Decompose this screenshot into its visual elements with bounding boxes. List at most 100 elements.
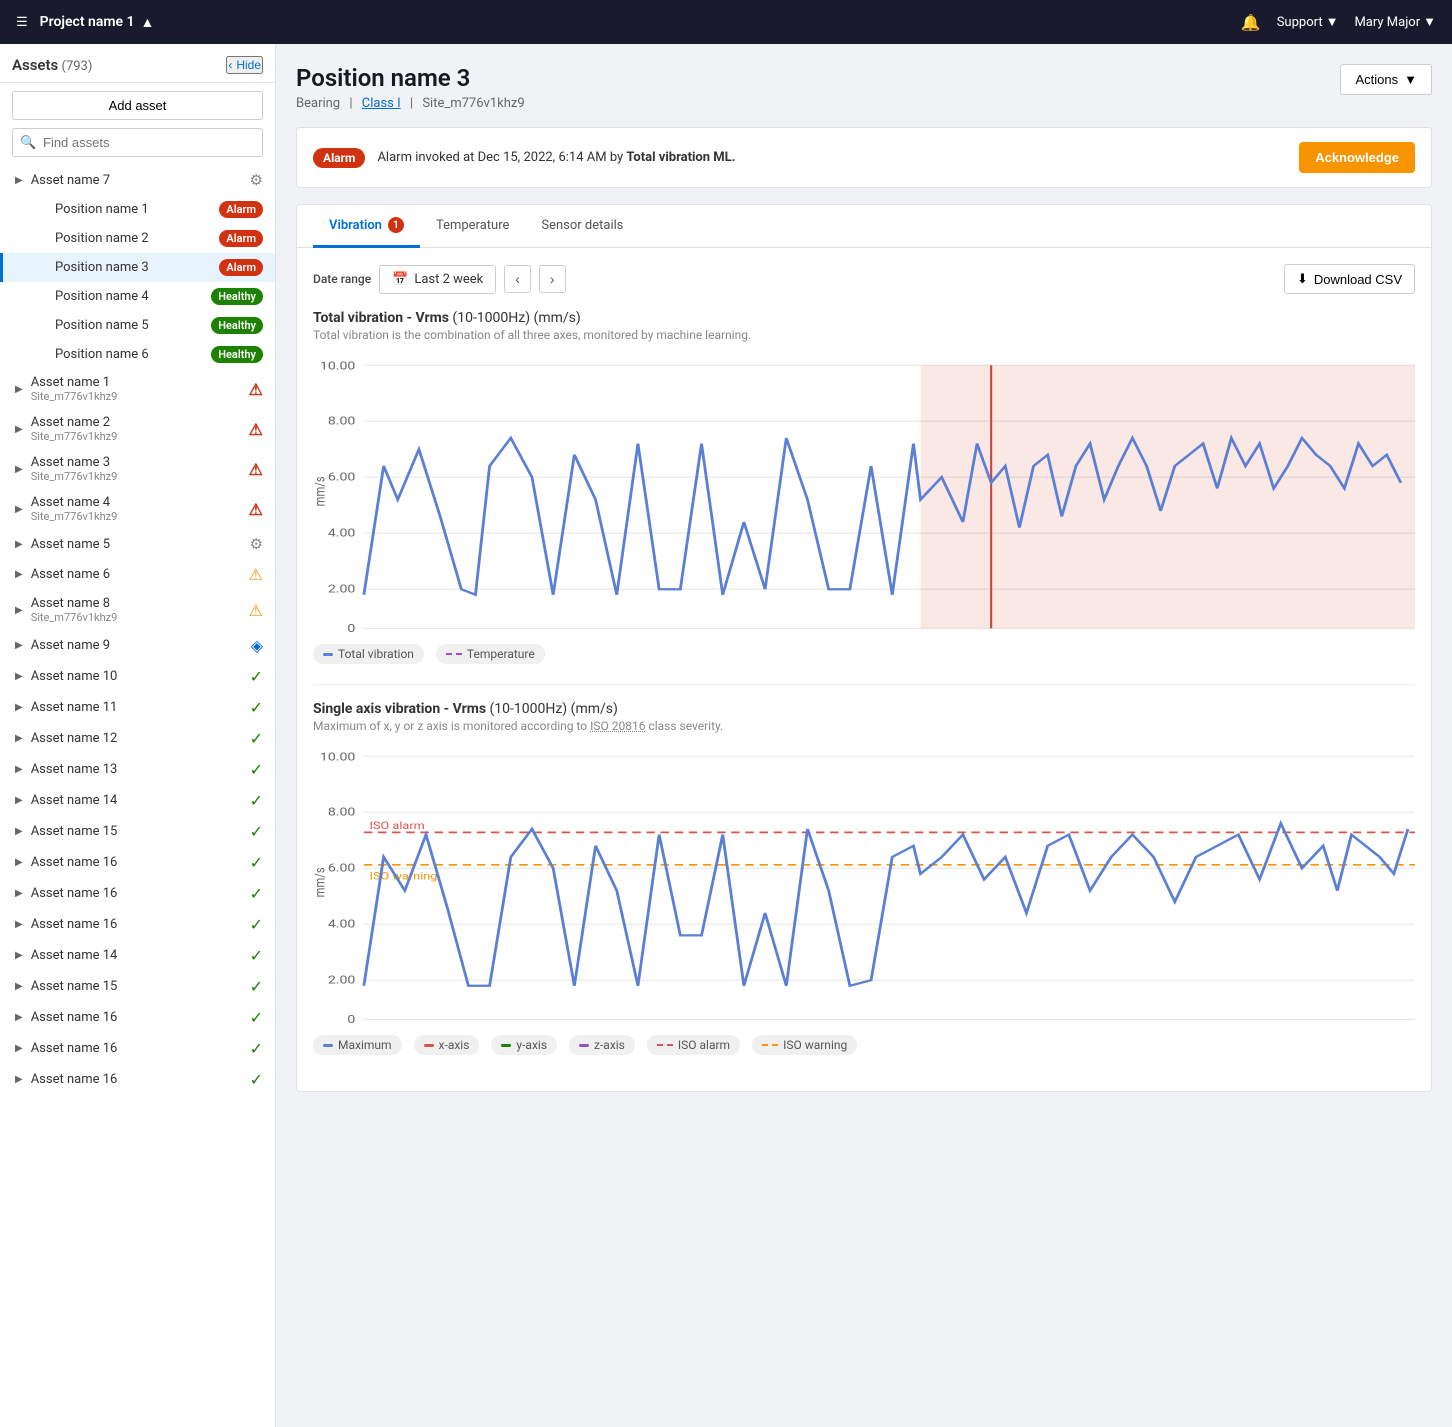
sidebar-item-asset14a[interactable]: ▶Asset name 14✓ (0, 785, 275, 816)
chart1-title: Total vibration - Vrms (10-1000Hz) (mm/s… (313, 310, 1415, 326)
sidebar-item-asset16d[interactable]: ▶Asset name 16✓ (0, 1002, 275, 1033)
calendar-icon: 📅 (392, 272, 408, 287)
svg-text:0: 0 (347, 622, 355, 634)
sidebar-item-asset6[interactable]: ▶Asset name 6⚠ (0, 559, 275, 590)
expand-arrow-icon: ▶ (15, 424, 23, 435)
bell-icon[interactable]: 🔔 (1241, 13, 1261, 32)
item-label: Asset name 16 (31, 1010, 244, 1025)
expand-arrow-icon: ▶ (15, 919, 23, 930)
svg-text:10.00: 10.00 (320, 751, 355, 764)
sidebar-item-asset11[interactable]: ▶Asset name 11✓ (0, 692, 275, 723)
sidebar-item-asset5[interactable]: ▶Asset name 5⚙ (0, 529, 275, 559)
sidebar-item-asset15a[interactable]: ▶Asset name 15✓ (0, 816, 275, 847)
tab-label: Sensor details (541, 218, 623, 233)
status-icon-ok: ✓ (250, 760, 263, 779)
item-label: Position name 6 (55, 347, 205, 362)
item-label: Asset name 12 (31, 731, 244, 746)
status-badge: Alarm (219, 201, 263, 218)
item-label: Asset name 16 (31, 1041, 244, 1056)
sidebar-item-asset9[interactable]: ▶Asset name 9◈ (0, 630, 275, 661)
svg-text:4.00: 4.00 (328, 527, 356, 540)
legend-y-axis: y-axis (491, 1035, 557, 1055)
date-range-selector[interactable]: 📅 Last 2 week (379, 265, 496, 294)
sidebar-item-asset10[interactable]: ▶Asset name 10✓ (0, 661, 275, 692)
chart1-legend: Total vibration Temperature (313, 644, 1415, 664)
legend-temperature: Temperature (436, 644, 545, 664)
svg-text:2.00: 2.00 (328, 974, 356, 987)
sidebar-item-asset8[interactable]: ▶Asset name 8Site_m776v1khz9⚠ (0, 590, 275, 630)
item-label: Position name 5 (55, 318, 205, 333)
sidebar-item-pos1[interactable]: Position name 1Alarm (0, 195, 275, 224)
sidebar-item-asset2[interactable]: ▶Asset name 2Site_m776v1khz9⚠ (0, 409, 275, 449)
sidebar-item-pos6[interactable]: Position name 6Healthy (0, 340, 275, 369)
tabs-container: Vibration1Temperature Sensor details (296, 204, 1432, 247)
search-input[interactable] (12, 128, 263, 157)
svg-text:6.00: 6.00 (328, 862, 356, 875)
hamburger-icon[interactable]: ☰ (16, 15, 28, 30)
expand-arrow-icon: ▶ (15, 175, 23, 186)
sidebar-item-asset14b[interactable]: ▶Asset name 14✓ (0, 940, 275, 971)
support-dropdown[interactable]: Support ▼ (1277, 14, 1339, 30)
status-icon-warning: ⚠ (249, 601, 263, 620)
item-label: Asset name 11 (31, 700, 244, 715)
hide-sidebar-button[interactable]: ‹ Hide (226, 56, 263, 74)
acknowledge-button[interactable]: Acknowledge (1299, 142, 1415, 173)
status-icon-ok: ✓ (250, 977, 263, 996)
date-next-button[interactable]: › (539, 265, 566, 293)
status-badge: Healthy (211, 317, 263, 334)
sidebar-item-asset16b[interactable]: ▶Asset name 16✓ (0, 878, 275, 909)
user-dropdown[interactable]: Mary Major ▼ (1354, 14, 1436, 30)
status-icon-ok: ✓ (250, 853, 263, 872)
tab-vibration[interactable]: Vibration1 (313, 205, 420, 248)
item-label: Position name 4 (55, 289, 205, 304)
sidebar-item-pos5[interactable]: Position name 5 Healthy (0, 311, 275, 340)
nav-right: 🔔 Support ▼ Mary Major ▼ (1241, 13, 1436, 32)
svg-text:mm/s: mm/s (313, 476, 329, 506)
status-icon-ok: ✓ (250, 915, 263, 934)
item-label: Asset name 15 (31, 824, 244, 839)
sidebar-item-pos4[interactable]: Position name 4Healthy (0, 282, 275, 311)
alarm-text: Alarm invoked at Dec 15, 2022, 6:14 AM b… (377, 150, 1287, 165)
sidebar-item-asset4[interactable]: ▶Asset name 4Site_m776v1khz9⚠ (0, 489, 275, 529)
sidebar-item-pos3[interactable]: Position name 3Alarm (0, 253, 275, 282)
page-title: Position name 3 (296, 64, 525, 92)
legend-maximum: Maximum (313, 1035, 402, 1055)
sidebar-item-asset1[interactable]: ▶Asset name 1Site_m776v1khz9⚠ (0, 369, 275, 409)
actions-button[interactable]: Actions ▼ (1340, 64, 1432, 95)
tab-temperature[interactable]: Temperature (420, 205, 525, 248)
legend-iso-warning: ISO warning (752, 1035, 857, 1055)
svg-text:mm/s: mm/s (313, 867, 329, 897)
status-icon-ok: ✓ (250, 884, 263, 903)
sidebar-header: Assets (793) ‹ Hide (0, 44, 275, 83)
expand-arrow-icon: ▶ (15, 539, 23, 550)
user-chevron-icon: ▼ (1423, 14, 1436, 30)
sidebar-item-asset16a[interactable]: ▶Asset name 16✓ (0, 847, 275, 878)
sidebar-item-asset13[interactable]: ▶Asset name 13✓ (0, 754, 275, 785)
date-range-row: Date range 📅 Last 2 week ‹ › ⬇ Download … (313, 264, 1415, 294)
sidebar-item-asset7[interactable]: ▶Asset name 7⚙ (0, 165, 275, 195)
item-label: Position name 3 (55, 260, 213, 275)
sidebar-item-asset16c[interactable]: ▶Asset name 16✓ (0, 909, 275, 940)
sidebar: Assets (793) ‹ Hide Add asset 🔍 ▶Asset n… (0, 44, 276, 1427)
sidebar-item-asset16f[interactable]: ▶Asset name 16✓ (0, 1064, 275, 1095)
sidebar-item-asset3[interactable]: ▶Asset name 3Site_m776v1khz9⚠ (0, 449, 275, 489)
sidebar-item-asset12[interactable]: ▶Asset name 12✓ (0, 723, 275, 754)
chart1-section: Total vibration - Vrms (10-1000Hz) (mm/s… (313, 310, 1415, 664)
tab-sensor-details[interactable]: Sensor details (525, 205, 639, 248)
date-prev-button[interactable]: ‹ (504, 265, 531, 293)
sidebar-item-asset16e[interactable]: ▶Asset name 16✓ (0, 1033, 275, 1064)
chart2-subtitle: Maximum of x, y or z axis is monitored a… (313, 719, 1415, 733)
class-link[interactable]: Class I (362, 96, 401, 111)
status-icon-gear: ⚙ (250, 535, 263, 553)
sidebar-item-asset15b[interactable]: ▶Asset name 15✓ (0, 971, 275, 1002)
add-asset-button[interactable]: Add asset (12, 91, 263, 120)
svg-text:10.00: 10.00 (320, 360, 355, 373)
chart1-area: 10.00 8.00 6.00 4.00 2.00 0 mm/s (313, 354, 1415, 634)
expand-arrow-icon: ▶ (15, 504, 23, 515)
sidebar-item-pos2[interactable]: Position name 2Alarm (0, 224, 275, 253)
svg-text:8.00: 8.00 (328, 806, 356, 819)
expand-arrow-icon: ▶ (15, 1043, 23, 1054)
download-csv-button[interactable]: ⬇ Download CSV (1284, 264, 1415, 294)
legend-iso-alarm: ISO alarm (647, 1035, 740, 1055)
expand-arrow-icon: ▶ (15, 569, 23, 580)
